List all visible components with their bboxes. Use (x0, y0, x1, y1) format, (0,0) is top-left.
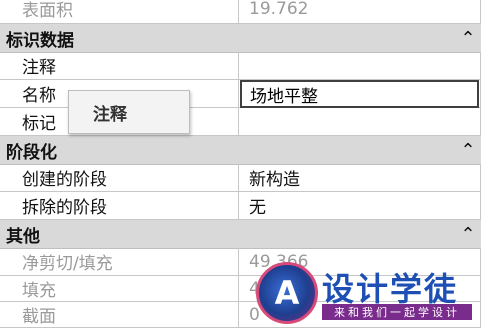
name-input[interactable]: 场地平整 (240, 80, 479, 108)
property-label: 截面 (0, 302, 239, 328)
property-label: 填充 (0, 276, 239, 302)
group-title: 其他 (6, 226, 40, 247)
property-label: 创建的阶段 (0, 164, 239, 192)
property-value[interactable]: 无 (239, 192, 481, 220)
group-header-identity-data[interactable]: 标识数据 ⌃ (0, 24, 481, 53)
property-value[interactable] (239, 108, 481, 136)
property-value[interactable]: 新构造 (239, 164, 481, 192)
collapse-chevron-icon[interactable]: ⌃ (455, 220, 481, 248)
group-title: 标识数据 (6, 30, 74, 51)
watermark-logo-icon: A (256, 262, 318, 324)
property-row-surface-area: 表面积 19.762 (0, 0, 481, 24)
property-value[interactable]: 19.762 (239, 0, 481, 24)
property-value[interactable] (239, 52, 481, 80)
group-header-phasing[interactable]: 阶段化 ⌃ (0, 136, 481, 165)
watermark: A 设计学徒 来和我们一起学设计 (256, 256, 476, 326)
property-label: 净剪切/填充 (0, 248, 239, 276)
tooltip: 注释 (68, 90, 190, 134)
group-title: 阶段化 (6, 142, 57, 163)
property-row-comments: 注释 (0, 52, 481, 80)
collapse-chevron-icon[interactable]: ⌃ (455, 136, 481, 164)
property-label: 表面积 (0, 0, 239, 24)
group-header-other[interactable]: 其他 ⌃ (0, 220, 481, 249)
property-row-phase-demolished: 拆除的阶段 无 (0, 192, 481, 220)
property-row-phase-created: 创建的阶段 新构造 (0, 164, 481, 192)
collapse-chevron-icon[interactable]: ⌃ (455, 24, 481, 52)
watermark-slogan: 来和我们一起学设计 (322, 304, 472, 320)
property-label: 注释 (0, 52, 239, 80)
property-label: 拆除的阶段 (0, 192, 239, 220)
